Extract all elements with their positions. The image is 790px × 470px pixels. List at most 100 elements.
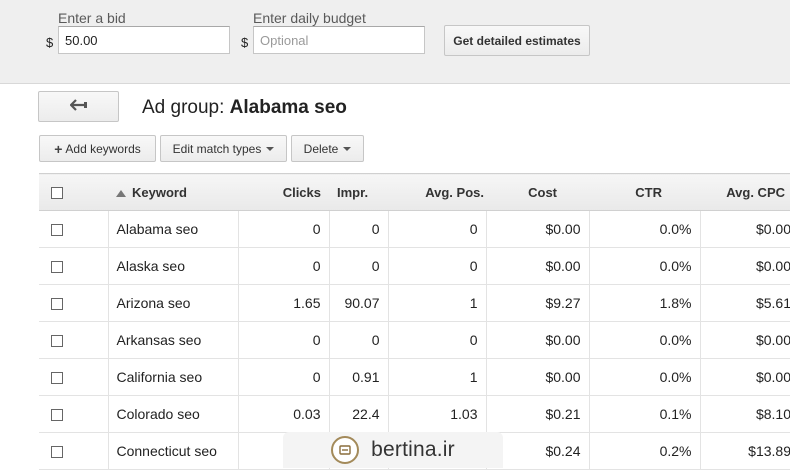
back-button[interactable] [38, 91, 119, 122]
metric-cell: 0 [387, 321, 486, 359]
row-select-cell [39, 395, 108, 433]
column-header-label: Impr. [337, 184, 369, 200]
column-header-label: CTR [635, 184, 662, 200]
row-checkbox[interactable] [51, 335, 63, 348]
row-checkbox[interactable] [51, 446, 63, 459]
metric-cell: 0.2% [588, 432, 700, 470]
column-header-label: Clicks [282, 184, 321, 200]
watermark-text: bertina.ir [371, 438, 455, 461]
budget-label: Enter daily budget [253, 10, 366, 26]
row-select-cell [39, 321, 108, 359]
chevron-down-icon [343, 146, 352, 151]
metric-cell: $0.00 [485, 210, 589, 248]
column-header-label: Avg. CPC [726, 184, 785, 200]
row-select-cell [39, 284, 108, 322]
metric-cell: 0.0% [588, 358, 700, 396]
ad-group-prefix: Ad group: [142, 97, 230, 118]
select-all-checkbox[interactable] [51, 187, 63, 200]
row-select-cell [39, 247, 108, 285]
metric-cell: $0.00 [485, 247, 589, 285]
keyword-cell[interactable]: Alabama seo [107, 210, 238, 248]
metric-cell: 0 [237, 210, 329, 248]
column-header-label: Cost [528, 184, 557, 200]
metric-cell: $13.89 [699, 432, 790, 470]
row-checkbox[interactable] [51, 409, 63, 422]
metric-cell: $8.10 [699, 395, 790, 433]
table-row[interactable]: Arizona seo 1.65 90.07 1 $9.27 1.8% $5.61 [39, 284, 790, 322]
column-header-label: Avg. Pos. [425, 184, 484, 200]
bid-currency: $ [46, 35, 54, 50]
table-row[interactable]: Alabama seo 0 0 0 $0.00 0.0% $0.00 [39, 210, 790, 248]
metric-cell: 90.07 [328, 284, 388, 322]
metric-cell: 0 [237, 247, 329, 285]
ad-group-name: Alabama seo [229, 97, 347, 118]
metric-cell: 1.8% [588, 284, 700, 322]
metric-cell: 0.0% [588, 210, 700, 248]
table-row[interactable]: Arkansas seo 0 0 0 $0.00 0.0% $0.00 [39, 321, 790, 359]
bertina-logo [331, 436, 360, 464]
column-header-ctr[interactable]: CTR [589, 173, 700, 211]
table-row[interactable]: Alaska seo 0 0 0 $0.00 0.0% $0.00 [39, 247, 790, 285]
sort-ascending-icon [116, 189, 126, 197]
metric-cell: 1 [387, 284, 486, 322]
bid-label: Enter a bid [58, 10, 126, 26]
row-checkbox[interactable] [51, 224, 63, 237]
budget-currency: $ [241, 35, 249, 50]
metric-cell: 22.4 [328, 395, 388, 433]
metric-cell: 0.1% [588, 395, 700, 433]
delete-label: Delete [303, 141, 339, 156]
metric-cell: 1.03 [387, 395, 486, 433]
keyword-cell[interactable]: California seo [107, 358, 238, 396]
metric-cell: 0.91 [328, 358, 388, 396]
get-estimates-label: Get detailed estimates [453, 33, 581, 48]
column-header-clicks[interactable]: Clicks [238, 173, 329, 211]
metric-cell: $0.21 [485, 395, 589, 433]
keyword-cell[interactable]: Colorado seo [107, 395, 238, 433]
row-checkbox[interactable] [51, 372, 63, 385]
column-header-avg-cpc[interactable]: Avg. CPC [700, 173, 790, 211]
metric-cell: $0.00 [699, 321, 790, 359]
row-select-cell [39, 358, 108, 396]
column-header-impr[interactable]: Impr. [329, 173, 388, 211]
keyword-cell[interactable]: Connecticut seo [107, 432, 238, 470]
metric-cell: 0.0% [588, 321, 700, 359]
metric-cell: 0 [237, 358, 329, 396]
keyword-cell[interactable]: Arizona seo [107, 284, 238, 322]
budget-input[interactable] [253, 26, 425, 54]
column-header-cost[interactable]: Cost [486, 173, 589, 211]
metric-cell: 0 [387, 210, 486, 248]
metric-cell: $5.61 [699, 284, 790, 322]
table-header-row: Keyword Clicks Impr. Avg. Pos. Cost CTR … [39, 173, 790, 211]
metric-cell: 0 [237, 321, 329, 359]
row-checkbox[interactable] [51, 298, 63, 311]
metric-cell: $0.00 [485, 358, 589, 396]
metric-cell: $9.27 [485, 284, 589, 322]
delete-button[interactable]: Delete [291, 135, 364, 162]
watermark: bertina.ir [283, 432, 503, 468]
column-header-avg-pos[interactable]: Avg. Pos. [388, 173, 486, 211]
estimates-bar: Enter a bid $ Enter daily budget $ Get d… [0, 0, 790, 84]
keyword-cell[interactable]: Arkansas seo [107, 321, 238, 359]
ad-group-title: Ad group: Alabama seo [142, 97, 347, 119]
keyword-table: Keyword Clicks Impr. Avg. Pos. Cost CTR … [39, 173, 790, 470]
get-estimates-button[interactable]: Get detailed estimates [444, 25, 590, 56]
add-keywords-button[interactable]: + Add keywords [39, 135, 156, 162]
chevron-down-icon [266, 146, 275, 151]
column-header-keyword[interactable]: Keyword [108, 173, 238, 211]
add-keywords-label: Add keywords [65, 141, 141, 156]
row-checkbox[interactable] [51, 261, 63, 274]
metric-cell: 0 [328, 247, 388, 285]
metric-cell: 0 [328, 321, 388, 359]
metric-cell: $0.00 [699, 247, 790, 285]
edit-match-types-label: Edit match types [172, 141, 262, 156]
metric-cell: $0.00 [699, 358, 790, 396]
table-row[interactable]: Colorado seo 0.03 22.4 1.03 $0.21 0.1% $8.10 [39, 395, 790, 433]
back-arrow-icon [68, 98, 88, 116]
edit-match-types-button[interactable]: Edit match types [160, 135, 287, 162]
bid-input[interactable] [58, 26, 230, 54]
metric-cell: 0.0% [588, 247, 700, 285]
keyword-cell[interactable]: Alaska seo [107, 247, 238, 285]
metric-cell: 0.03 [237, 395, 329, 433]
metric-cell: 1 [387, 358, 486, 396]
table-row[interactable]: California seo 0 0.91 1 $0.00 0.0% $0.00 [39, 358, 790, 396]
